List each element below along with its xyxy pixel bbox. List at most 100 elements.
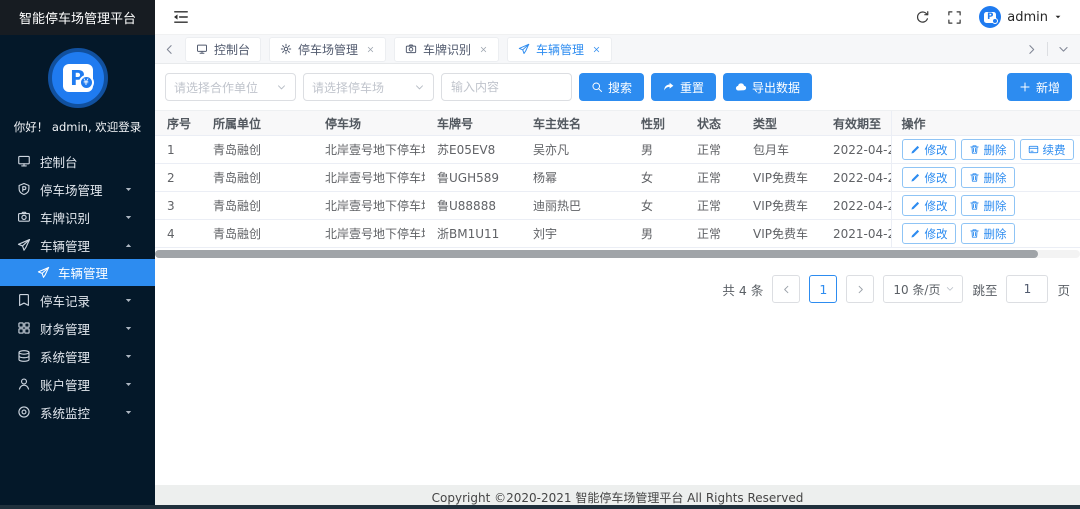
search-button-label: 搜索: [608, 80, 633, 95]
sidebar-subitem-label: 车辆管理: [58, 266, 109, 281]
horizontal-scrollbar[interactable]: [155, 250, 1080, 258]
collapse-menu-icon[interactable]: [172, 8, 190, 26]
edit-button[interactable]: 修改: [901, 167, 956, 188]
cell-lot: 北岸壹号地下停车场: [313, 219, 425, 248]
tab-paper-plane[interactable]: 车辆管理: [507, 36, 613, 62]
partner-unit-select[interactable]: 请选择合作单位: [165, 73, 296, 101]
column-header: 车主姓名: [521, 110, 629, 136]
greeting-text: 你好！ admin, 欢迎登录: [13, 120, 142, 134]
cell-owner: 刘宇: [521, 219, 629, 248]
cell-gender: 女: [629, 191, 685, 220]
delete-trash-icon: [969, 200, 980, 211]
reset-arrow-icon: [663, 81, 675, 93]
edit-button[interactable]: 修改: [901, 195, 956, 216]
refresh-icon[interactable]: [915, 10, 930, 25]
caret-down-icon: [124, 352, 133, 361]
export-data-button[interactable]: 导出数据: [723, 73, 813, 101]
cell-unit: 青岛融创: [201, 219, 313, 248]
caret-down-icon: [124, 408, 133, 417]
sidebar-item-console[interactable]: 控制台: [0, 147, 155, 175]
sidebar-item-parking[interactable]: 停车场管理: [0, 175, 155, 203]
sidebar-item-system[interactable]: 系统管理: [0, 342, 155, 370]
sidebar-item-user[interactable]: 账户管理: [0, 370, 155, 398]
paper-plane-icon: [17, 238, 31, 252]
user-menu[interactable]: P admin: [979, 6, 1062, 28]
cell-plate: 鲁UGH589: [425, 163, 521, 192]
close-icon[interactable]: [479, 45, 488, 54]
sidebar-item-monitor[interactable]: 系统监控: [0, 398, 155, 426]
cell-type: VIP免费车: [741, 219, 821, 248]
tabs-scroll-left-icon[interactable]: [163, 43, 176, 56]
caret-up-icon: [124, 241, 133, 250]
jump-page-input[interactable]: [1006, 275, 1049, 303]
edit-button-label: 修改: [924, 170, 948, 185]
sidebar-item-paper-plane[interactable]: 车辆管理: [0, 231, 155, 259]
cloud-export-icon: [735, 81, 747, 93]
cell-status: 正常: [685, 135, 741, 164]
page-suffix: 页: [1057, 282, 1070, 298]
partner-unit-placeholder: 请选择合作单位: [174, 80, 259, 95]
prev-page-button[interactable]: [772, 275, 801, 303]
add-button[interactable]: 新增: [1006, 73, 1072, 101]
bottom-edge: [0, 505, 1080, 509]
edit-button[interactable]: 修改: [901, 139, 956, 160]
parking-lot-select[interactable]: 请选择停车场: [303, 73, 434, 101]
tab-label: 停车场管理: [298, 42, 359, 57]
edit-button-label: 修改: [924, 226, 948, 241]
cell-status: 正常: [685, 191, 741, 220]
sidebar-item-camera[interactable]: 车牌识别: [0, 203, 155, 231]
avatar-yen-badge-icon: [992, 18, 999, 24]
sidebar-subitem-vehicle-management[interactable]: 车辆管理: [0, 259, 155, 286]
delete-button[interactable]: 删除: [960, 223, 1015, 244]
search-input[interactable]: [441, 73, 572, 101]
tabs-scroll-right-icon[interactable]: [1025, 43, 1038, 56]
divider: [1047, 42, 1048, 56]
cell-valid: 2022-04-28: [821, 135, 891, 164]
next-page-button[interactable]: [846, 275, 875, 303]
finance-icon: [17, 321, 31, 335]
sidebar-item-label: 车辆管理: [40, 238, 91, 254]
main-area: P admin 控制台 停车场管理 车牌识别 车辆管理 请选择合作单位 请选择停…: [155, 0, 1080, 509]
column-header: 性别: [629, 110, 685, 136]
cell-gender: 男: [629, 219, 685, 248]
tab-console[interactable]: 控制台: [185, 36, 262, 62]
sidebar-item-finance[interactable]: 财务管理: [0, 314, 155, 342]
edit-pencil-icon: [910, 172, 921, 183]
copyright-text: Copyright ©2020-2021 智能停车场管理平台 All Right…: [431, 490, 804, 505]
delete-button-label: 删除: [983, 198, 1007, 213]
cell-owner: 迪丽热巴: [521, 191, 629, 220]
tab-camera[interactable]: 车牌识别: [394, 36, 500, 62]
edit-pencil-icon: [910, 228, 921, 239]
close-icon[interactable]: [366, 45, 375, 54]
delete-button[interactable]: 删除: [960, 139, 1015, 160]
parking-lot-placeholder: 请选择停车场: [312, 80, 385, 95]
scrollbar-thumb[interactable]: [155, 250, 1039, 258]
page-size-select[interactable]: 10 条/页: [883, 275, 964, 303]
renew-button[interactable]: 续费: [1019, 139, 1074, 160]
delete-button[interactable]: 删除: [960, 195, 1015, 216]
tab-label: 车牌识别: [423, 42, 472, 57]
table-row: 3 青岛融创 北岸壹号地下停车场 鲁U88888 迪丽热巴女正常 VIP免费车 2022-0…: [155, 191, 1080, 220]
delete-trash-icon: [969, 144, 980, 155]
sidebar-item-record[interactable]: 停车记录: [0, 286, 155, 314]
sidebar-item-label: 系统管理: [40, 349, 91, 365]
cell-type: VIP免费车: [741, 191, 821, 220]
delete-button[interactable]: 删除: [960, 167, 1015, 188]
tabs-strip: 控制台 停车场管理 车牌识别 车辆管理: [185, 36, 613, 62]
edit-button[interactable]: 修改: [901, 223, 956, 244]
search-button[interactable]: 搜索: [579, 73, 645, 101]
tab-gear[interactable]: 停车场管理: [269, 36, 387, 62]
page-number-button[interactable]: 1: [809, 275, 838, 303]
tabs-options-icon[interactable]: [1057, 43, 1070, 56]
column-header: 有效期至: [821, 110, 891, 136]
close-icon[interactable]: [592, 45, 601, 54]
edit-button-label: 修改: [924, 198, 948, 213]
reset-button[interactable]: 重置: [651, 73, 717, 101]
console-icon: [196, 43, 208, 55]
cell-lot: 北岸壹号地下停车场: [313, 135, 425, 164]
page-size-value: 10 条/页: [893, 282, 941, 297]
fullscreen-icon[interactable]: [947, 10, 962, 25]
column-header: 车牌号: [425, 110, 521, 136]
cell-no: 1: [155, 135, 201, 164]
cell-no: 4: [155, 219, 201, 248]
